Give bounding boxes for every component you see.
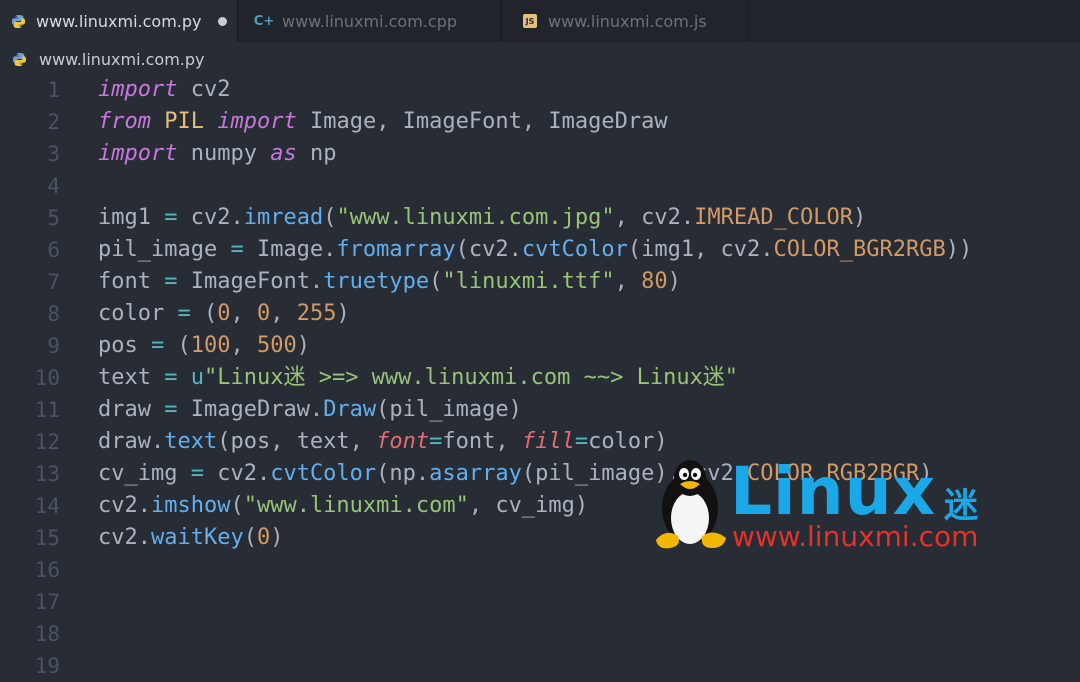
tab-label: www.linuxmi.com.js — [548, 11, 707, 31]
code-text[interactable]: cv2.imshow("www.linuxmi.com", cv_img) — [98, 490, 588, 522]
line-number: 8 — [47, 302, 60, 326]
line-number: 10 — [34, 366, 60, 390]
code-text[interactable]: draw.text(pos, text, font=font, fill=col… — [98, 426, 668, 458]
code-line[interactable]: 8 color = (0, 0, 255) — [0, 298, 1080, 330]
python-icon — [10, 13, 26, 29]
code-line[interactable]: 7 font = ImageFont.truetype("linuxmi.ttf"… — [0, 266, 1080, 298]
line-number: 6 — [47, 238, 60, 262]
cpp-icon: C+ — [253, 13, 275, 29]
tab-bar: www.linuxmi.com.py C+ www.linuxmi.com.cp… — [0, 0, 1080, 42]
line-number: 13 — [34, 462, 60, 486]
code-line[interactable]: 5 img1 = cv2.imread("www.linuxmi.com.jpg"… — [0, 202, 1080, 234]
line-number: 9 — [47, 334, 60, 358]
tab-label: www.linuxmi.com.py — [36, 11, 202, 31]
code-line[interactable]: 17 — [0, 586, 1080, 618]
code-line[interactable]: 16 — [0, 554, 1080, 586]
code-line[interactable]: 9 pos = (100, 500) — [0, 330, 1080, 362]
line-number: 18 — [34, 622, 60, 646]
linuxmi-watermark-logo: Linux 迷 www.linuxmi.com — [652, 456, 992, 556]
tab-js[interactable]: JS www.linuxmi.com.js — [502, 0, 749, 42]
code-line[interactable]: 3 import numpy as np — [0, 138, 1080, 170]
unsaved-dot-icon[interactable] — [217, 16, 227, 26]
code-editor[interactable]: 1 import cv2 2 from PIL import Image, Image… — [0, 74, 1080, 678]
code-line[interactable]: 18 — [0, 618, 1080, 650]
tux-penguin-icon — [656, 460, 726, 549]
tab-py[interactable]: www.linuxmi.com.py — [0, 0, 238, 42]
line-number: 4 — [47, 174, 60, 198]
code-text[interactable]: color = (0, 0, 255) — [98, 298, 350, 330]
js-icon: JS — [522, 13, 538, 29]
code-text[interactable]: pil_image = Image.fromarray(cv2.cvtColor… — [98, 234, 972, 266]
breadcrumb-file[interactable]: www.linuxmi.com.py — [39, 50, 205, 69]
logo-brand-text: Linux — [730, 453, 937, 530]
code-text[interactable]: import numpy as np — [98, 138, 336, 170]
code-text[interactable]: text = u"Linux迷 >=> www.linuxmi.com ~~> … — [98, 362, 738, 394]
line-number: 12 — [34, 430, 60, 454]
line-number: 15 — [34, 526, 60, 550]
tab-cpp[interactable]: C+ www.linuxmi.com.cpp — [238, 0, 502, 42]
code-line[interactable]: 6 pil_image = Image.fromarray(cv2.cvtColo… — [0, 234, 1080, 266]
code-text[interactable]: img1 = cv2.imread("www.linuxmi.com.jpg",… — [98, 202, 866, 234]
code-line[interactable]: 11 draw = ImageDraw.Draw(pil_image) — [0, 394, 1080, 426]
line-number: 16 — [34, 558, 60, 582]
code-text[interactable]: draw = ImageDraw.Draw(pil_image) — [98, 394, 522, 426]
code-line[interactable]: 2 from PIL import Image, ImageFont, Image… — [0, 106, 1080, 138]
code-text[interactable]: cv2.waitKey(0) — [98, 522, 283, 554]
breadcrumb: www.linuxmi.com.py — [0, 42, 1080, 76]
line-number: 3 — [47, 142, 60, 166]
code-line[interactable]: 4 — [0, 170, 1080, 202]
logo-site-text: www.linuxmi.com — [732, 520, 979, 553]
code-text[interactable]: pos = (100, 500) — [98, 330, 310, 362]
line-number: 14 — [34, 494, 60, 518]
code-text[interactable]: font = ImageFont.truetype("linuxmi.ttf",… — [98, 266, 681, 298]
code-line[interactable]: 10 text = u"Linux迷 >=> www.linuxmi.com ~~… — [0, 362, 1080, 394]
code-text[interactable]: import cv2 — [98, 74, 230, 106]
line-number: 2 — [47, 110, 60, 134]
tab-label: www.linuxmi.com.cpp — [282, 11, 457, 31]
line-number: 19 — [34, 654, 60, 678]
line-number: 11 — [34, 398, 60, 422]
code-line[interactable]: 1 import cv2 — [0, 74, 1080, 106]
line-number: 5 — [47, 206, 60, 230]
code-line[interactable]: 19 — [0, 650, 1080, 682]
line-number: 1 — [47, 78, 60, 102]
code-text[interactable]: from PIL import Image, ImageFont, ImageD… — [98, 106, 668, 138]
python-icon — [12, 52, 27, 67]
line-number: 17 — [34, 590, 60, 614]
line-number: 7 — [47, 270, 60, 294]
